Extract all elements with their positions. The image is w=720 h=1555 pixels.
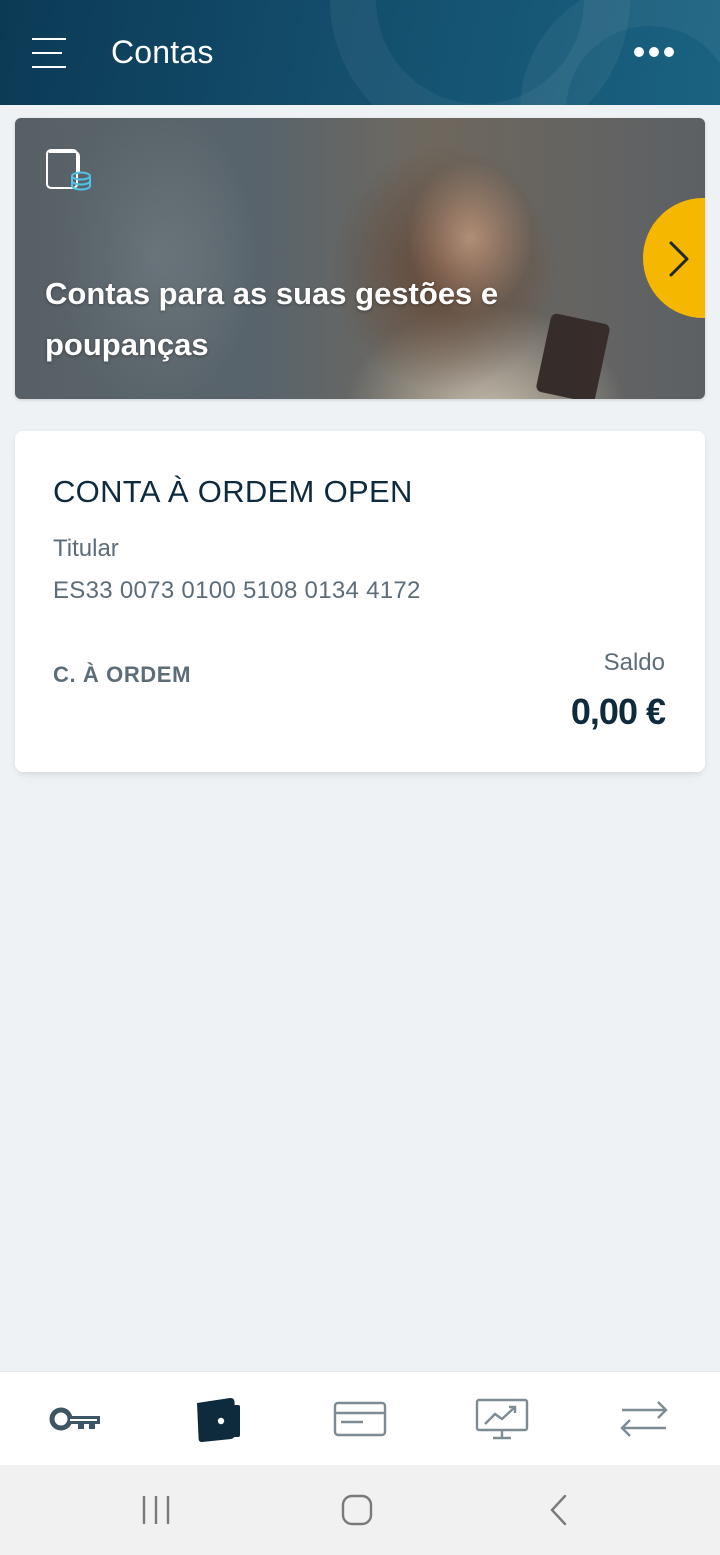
tab-cards[interactable] (288, 1372, 432, 1466)
bottom-tab-bar (0, 1371, 720, 1465)
tab-investments[interactable] (430, 1372, 574, 1466)
account-type: C. À ORDEM (53, 662, 191, 687)
recent-apps-icon[interactable] (140, 1493, 172, 1527)
balance-value: 0,00 € (570, 691, 666, 732)
app-header: Contas (0, 0, 720, 105)
promo-banner[interactable]: Contas para as suas gestões e poupanças (15, 118, 705, 399)
card-icon (333, 1401, 387, 1437)
chevron-right-icon (669, 241, 689, 277)
tab-keys[interactable] (4, 1372, 148, 1466)
account-card[interactable]: CONTA À ORDEM OPEN Titular ES33 0073 010… (15, 431, 705, 772)
accounts-coins-icon (46, 149, 91, 191)
tab-accounts[interactable] (146, 1372, 290, 1466)
balance-label: Saldo (603, 649, 665, 676)
account-holder-label: Titular (53, 535, 119, 562)
account-name: CONTA À ORDEM OPEN (53, 474, 413, 509)
tab-transfers[interactable] (572, 1372, 716, 1466)
more-dots-icon[interactable] (634, 45, 674, 59)
page-title: Contas (111, 34, 214, 70)
hamburger-menu-icon[interactable] (32, 38, 66, 68)
account-iban: ES33 0073 0100 5108 0134 4172 (53, 577, 421, 604)
banner-headline: Contas para as suas gestões e poupanças (45, 276, 499, 362)
wallet-icon (197, 1397, 240, 1443)
back-icon[interactable] (545, 1493, 573, 1527)
key-icon (49, 1407, 100, 1431)
investment-chart-icon (475, 1398, 529, 1440)
system-navigation-bar (0, 1465, 720, 1555)
home-icon[interactable] (340, 1493, 374, 1527)
transfer-arrows-icon (620, 1401, 668, 1437)
